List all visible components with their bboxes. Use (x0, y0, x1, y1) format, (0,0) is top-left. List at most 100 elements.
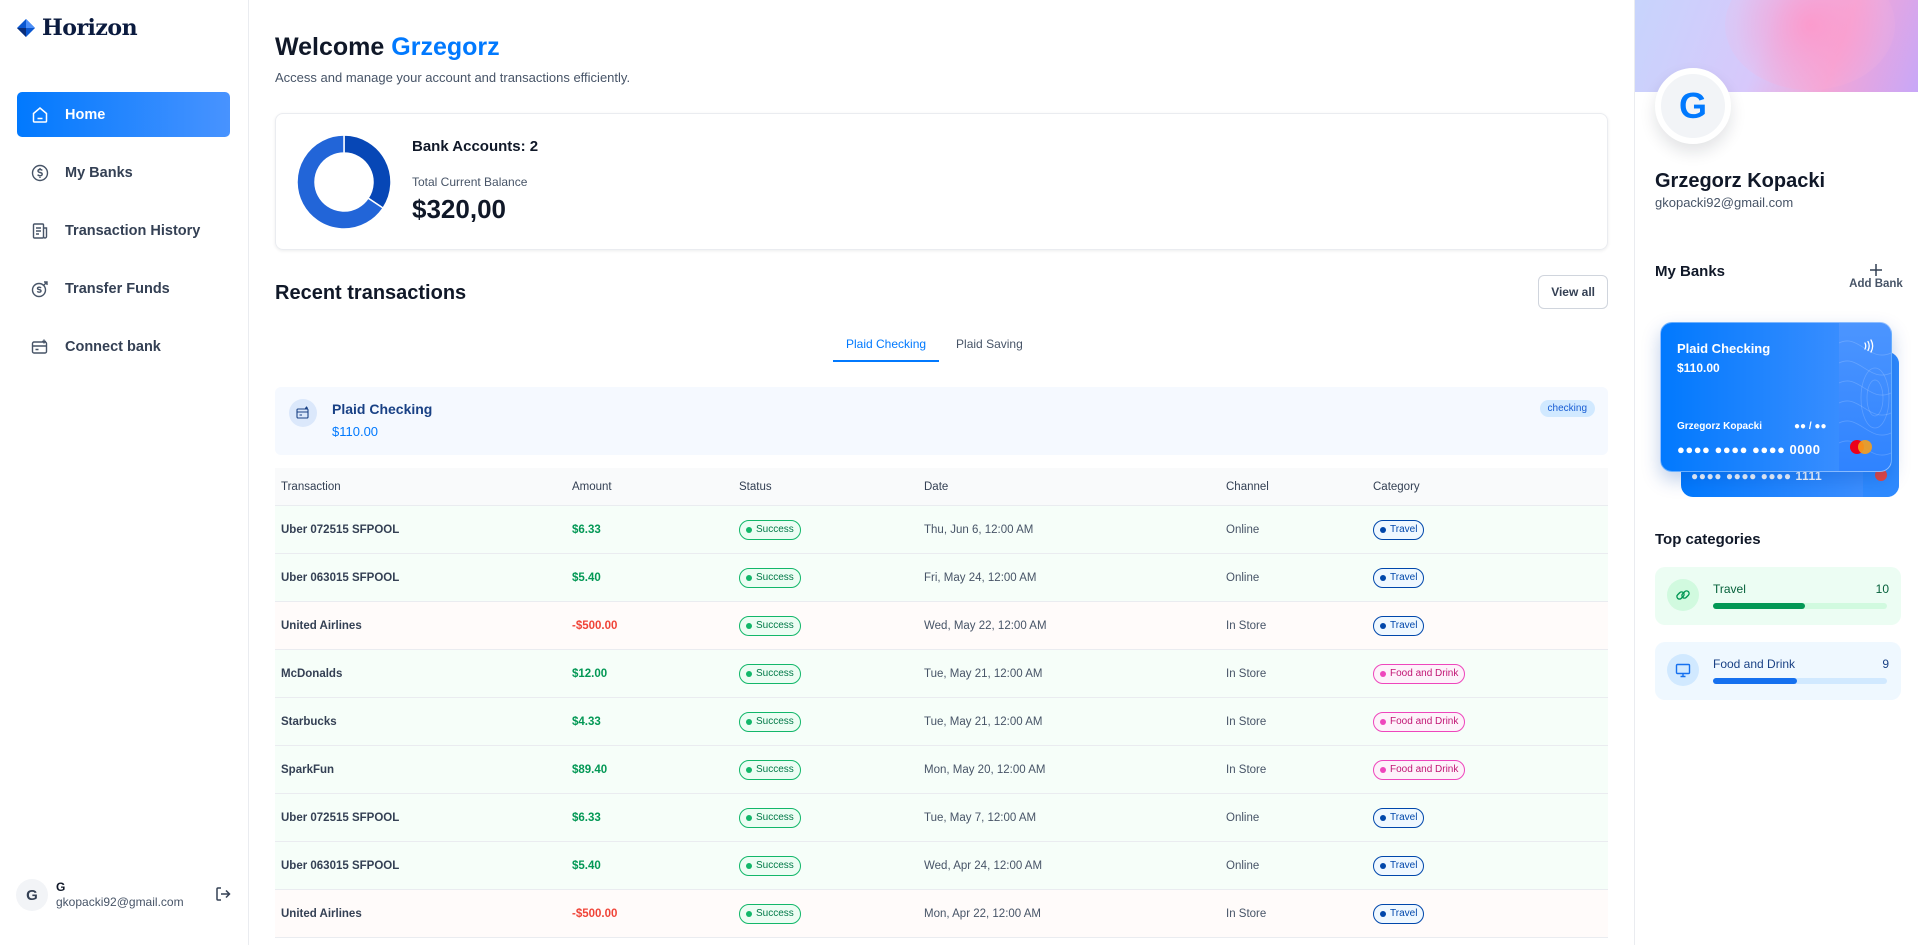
status-badge: Success (739, 615, 801, 636)
card-number: ●●●● ●●●● ●●●● 0000 (1677, 442, 1821, 457)
status-dot (746, 766, 752, 773)
category-progress-bar (1713, 678, 1887, 684)
table-row[interactable]: Uber 063015 SFPOOL $5.40 Success Wed, Apr 2… (275, 842, 1608, 890)
table-row[interactable]: United Airlines -$500.00 Success Mon, Apr 2… (275, 890, 1608, 938)
receipt-icon (30, 221, 50, 241)
category-dot (1380, 766, 1386, 773)
footer-user-name: G (56, 880, 66, 894)
transaction-name: Uber 063015 SFPOOL (281, 571, 400, 584)
transaction-channel: Online (1226, 523, 1260, 536)
profile-avatar: G (1655, 68, 1731, 144)
table-row[interactable]: Uber 072515 SFPOOL $6.33 Success Tue, May 7… (275, 794, 1608, 842)
status-badge: Success (739, 855, 801, 876)
transactions-table: Transaction Amount Status Date Channel C… (275, 468, 1608, 938)
view-all-button[interactable]: View all (1538, 275, 1608, 309)
status-text: Success (756, 860, 794, 871)
table-row[interactable]: Starbucks $4.33 Success Tue, May 21, 12:00 … (275, 698, 1608, 746)
monitor-icon (1667, 654, 1699, 686)
top-categories-title: Top categories (1655, 531, 1761, 548)
footer-user-email: gkopacki92@gmail.com (56, 895, 184, 909)
account-name: Plaid Checking (332, 401, 433, 417)
transaction-amount: $5.40 (572, 571, 601, 584)
status-text: Success (756, 764, 794, 775)
footer-user-info: G gkopacki92@gmail.com (56, 880, 184, 910)
category-text: Food and Drink (1390, 716, 1459, 727)
bank-card[interactable]: Plaid Checking $110.00 Grzegorz Kopacki … (1660, 322, 1892, 472)
status-badge: Success (739, 759, 801, 780)
app-root: Horizon Home My Banks Transaction Histor… (0, 0, 1918, 945)
transaction-channel: In Store (1226, 667, 1267, 680)
status-badge: Success (739, 711, 801, 732)
status-dot (746, 862, 752, 869)
category-dot (1380, 862, 1386, 869)
transaction-date: Wed, Apr 24, 12:00 AM (924, 859, 1043, 872)
transaction-category-cell: Food and Drink (1367, 711, 1608, 732)
transaction-amount: $5.40 (572, 859, 601, 872)
status-text: Success (756, 812, 794, 823)
status-dot (746, 526, 752, 533)
account-balance: $110.00 (332, 424, 379, 439)
sidebar-item-transfer-funds[interactable]: Transfer Funds (17, 266, 230, 311)
avatar: G (16, 879, 48, 911)
user-first-name: Grzegorz (391, 33, 500, 61)
horizon-logo-icon (17, 19, 35, 37)
column-header: Channel (1226, 480, 1269, 493)
category-name: Food and Drink (1713, 657, 1796, 671)
plus-icon (1847, 262, 1905, 278)
category-badge: Travel (1373, 807, 1425, 828)
table-row[interactable]: Uber 063015 SFPOOL $5.40 Success Fri, May 2… (275, 554, 1608, 602)
category-text: Travel (1390, 572, 1418, 583)
transaction-amount: -$500.00 (572, 907, 618, 920)
link-icon (1667, 579, 1699, 611)
category-badge: Food and Drink (1373, 663, 1466, 684)
category-text: Travel (1390, 860, 1418, 871)
category-badge: Food and Drink (1373, 759, 1466, 780)
table-row[interactable]: United Airlines -$500.00 Success Wed, May 2… (275, 602, 1608, 650)
column-header: Transaction (281, 480, 341, 493)
sidebar-item-label: My Banks (65, 164, 133, 181)
column-header: Date (924, 480, 949, 493)
transaction-status-cell: Success (733, 615, 918, 636)
status-text: Success (756, 620, 794, 631)
transaction-channel: Online (1226, 571, 1260, 584)
sidebar-item-label: Home (65, 106, 106, 123)
sidebar-item-transaction-history[interactable]: Transaction History (17, 208, 230, 253)
transaction-name: Uber 063015 SFPOOL (281, 859, 400, 872)
sidebar-item-my-banks[interactable]: My Banks (17, 150, 230, 195)
transaction-date: Mon, Apr 22, 12:00 AM (924, 907, 1041, 920)
tab-plaid-saving[interactable]: Plaid Saving (943, 330, 1036, 362)
transaction-date: Fri, May 24, 12:00 AM (924, 571, 1037, 584)
category-count: 9 (1882, 657, 1889, 671)
sidebar-item-home[interactable]: Home (17, 92, 230, 137)
logout-icon[interactable] (214, 885, 234, 905)
profile-name: Grzegorz Kopacki (1655, 170, 1826, 192)
card-bank-name: Plaid Checking (1677, 341, 1771, 356)
sidebar: Horizon Home My Banks Transaction Histor… (0, 0, 249, 945)
transaction-name: United Airlines (281, 619, 362, 632)
main-content: Welcome Grzegorz Access and manage your … (275, 0, 1608, 945)
add-bank-button[interactable]: Add Bank (1847, 262, 1905, 290)
sidebar-item-connect-bank[interactable]: Connect bank (17, 324, 230, 369)
transaction-channel: Online (1226, 859, 1260, 872)
contactless-icon (1861, 338, 1877, 354)
tab-plaid-checking[interactable]: Plaid Checking (833, 330, 940, 362)
category-dot (1380, 718, 1386, 725)
sidebar-nav: Home My Banks Transaction History Transf… (17, 92, 230, 382)
status-text: Success (756, 908, 794, 919)
category-text: Food and Drink (1390, 764, 1459, 775)
category-badge: Travel (1373, 903, 1425, 924)
table-row[interactable]: McDonalds $12.00 Success Tue, May 21, 12:00… (275, 650, 1608, 698)
total-balance-label: Total Current Balance (412, 175, 528, 189)
transaction-status-cell: Success (733, 711, 918, 732)
logo[interactable]: Horizon (17, 15, 138, 41)
table-row[interactable]: SparkFun $89.40 Success Mon, May 20, 12:00 … (275, 746, 1608, 794)
transaction-date: Tue, May 21, 12:00 AM (924, 715, 1043, 728)
status-badge: Success (739, 567, 801, 588)
status-badge: Success (739, 807, 801, 828)
transaction-date: Tue, May 21, 12:00 AM (924, 667, 1043, 680)
status-badge: Success (739, 519, 801, 540)
transaction-name: SparkFun (281, 763, 335, 776)
my-banks-title: My Banks (1655, 263, 1726, 280)
table-row[interactable]: Uber 072515 SFPOOL $6.33 Success Thu, Jun 6… (275, 506, 1608, 554)
sidebar-item-label: Transaction History (65, 222, 201, 239)
